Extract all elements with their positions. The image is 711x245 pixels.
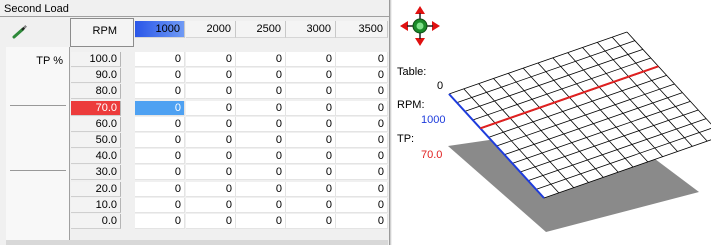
row-header-50.0[interactable]: 50.0 xyxy=(71,133,121,148)
table-cell[interactable]: 0 xyxy=(236,165,286,180)
column-header-2000[interactable]: 2000 xyxy=(186,21,236,38)
table-cell[interactable]: 0 xyxy=(186,101,236,116)
table-cell[interactable]: 0 xyxy=(186,84,236,99)
table-cell[interactable]: 0 xyxy=(336,84,388,99)
tp-marker-line xyxy=(10,105,66,106)
tp-axis-header: TP % xyxy=(6,47,70,241)
tp-marker-line xyxy=(10,170,66,171)
table-cell[interactable]: 0 xyxy=(135,198,185,213)
row-header-10.0[interactable]: 10.0 xyxy=(71,198,121,213)
table-cell[interactable]: 0 xyxy=(186,68,236,83)
table-cell[interactable]: 0 xyxy=(236,198,286,213)
table-cell[interactable]: 0 xyxy=(135,68,185,83)
row-header-60.0[interactable]: 60.0 xyxy=(71,117,121,132)
wand-icon[interactable] xyxy=(12,25,28,39)
table-cell[interactable]: 0 xyxy=(336,68,388,83)
row-header-30.0[interactable]: 30.0 xyxy=(71,165,121,180)
table-cell[interactable]: 0 xyxy=(286,165,336,180)
table-cell[interactable]: 0 xyxy=(135,52,185,67)
horizontal-scrollbar[interactable] xyxy=(6,240,388,245)
table-cell[interactable]: 0 xyxy=(336,117,388,132)
table-cell[interactable]: 0 xyxy=(336,214,388,229)
row-header-40.0[interactable]: 40.0 xyxy=(71,149,121,164)
table-cell[interactable]: 0 xyxy=(236,182,286,197)
table-cell[interactable]: 0 xyxy=(286,101,336,116)
table-cell[interactable]: 0 xyxy=(135,214,185,229)
table-cell[interactable]: 0 xyxy=(186,133,236,148)
table-cell[interactable]: 0 xyxy=(236,52,286,67)
row-header-80.0[interactable]: 80.0 xyxy=(71,84,121,99)
table-cell[interactable]: 0 xyxy=(336,149,388,164)
table-cell[interactable]: 0 xyxy=(236,149,286,164)
table-cell[interactable]: 0 xyxy=(236,117,286,132)
table-cell[interactable]: 0 xyxy=(336,165,388,180)
row-header-70.0[interactable]: 70.0 xyxy=(71,101,121,116)
table-cell[interactable]: 0 xyxy=(186,149,236,164)
table-cell[interactable]: 0 xyxy=(135,101,185,116)
table-cell[interactable]: 0 xyxy=(186,117,236,132)
table-cell[interactable]: 0 xyxy=(336,52,388,67)
table-cell[interactable]: 0 xyxy=(236,214,286,229)
table-cell[interactable]: 0 xyxy=(135,84,185,99)
table-cell[interactable]: 0 xyxy=(286,133,336,148)
column-header-3000[interactable]: 3000 xyxy=(286,21,336,38)
table-cell[interactable]: 0 xyxy=(286,149,336,164)
column-header-1000[interactable]: 1000 xyxy=(135,21,185,38)
table-cell[interactable]: 0 xyxy=(186,198,236,213)
row-header-0.0[interactable]: 0.0 xyxy=(71,214,121,229)
column-header-3500[interactable]: 3500 xyxy=(336,21,388,38)
table-cell[interactable]: 0 xyxy=(336,182,388,197)
tool-cell xyxy=(6,18,70,47)
table-cell[interactable]: 0 xyxy=(286,52,336,67)
table-cell[interactable]: 0 xyxy=(336,101,388,116)
table-cell[interactable]: 0 xyxy=(186,182,236,197)
table-cell[interactable]: 0 xyxy=(286,117,336,132)
table-cell[interactable]: 0 xyxy=(135,165,185,180)
title-divider xyxy=(0,16,390,17)
table-cell[interactable]: 0 xyxy=(336,133,388,148)
table-cell[interactable]: 0 xyxy=(135,149,185,164)
table-cell[interactable]: 0 xyxy=(286,214,336,229)
row-header-20.0[interactable]: 20.0 xyxy=(71,182,121,197)
row-header-100.0[interactable]: 100.0 xyxy=(71,52,121,67)
surface-plot-panel[interactable]: Table: 0 RPM: 1000 TP: 70.0 xyxy=(392,0,711,245)
tp-axis-label: TP % xyxy=(36,55,63,67)
table-cell[interactable]: 0 xyxy=(236,84,286,99)
column-header-2500[interactable]: 2500 xyxy=(236,21,286,38)
table-cell[interactable]: 0 xyxy=(286,198,336,213)
table-cell[interactable]: 0 xyxy=(186,52,236,67)
table-cell[interactable]: 0 xyxy=(236,101,286,116)
rpm-axis-header: RPM xyxy=(70,18,134,47)
table-cell[interactable]: 0 xyxy=(236,68,286,83)
row-header-90.0[interactable]: 90.0 xyxy=(71,68,121,83)
table-cell[interactable]: 0 xyxy=(286,182,336,197)
panel-title: Second Load xyxy=(4,3,69,15)
panel-splitter[interactable] xyxy=(389,0,391,245)
table-cell[interactable]: 0 xyxy=(186,214,236,229)
table-cell[interactable]: 0 xyxy=(186,165,236,180)
table-cell[interactable]: 0 xyxy=(135,182,185,197)
table-cell[interactable]: 0 xyxy=(286,84,336,99)
table-cell[interactable]: 0 xyxy=(286,68,336,83)
table-cell[interactable]: 0 xyxy=(135,133,185,148)
surface-mesh xyxy=(448,31,711,232)
table-cell[interactable]: 0 xyxy=(236,133,286,148)
table-cell[interactable]: 0 xyxy=(336,198,388,213)
table-cell[interactable]: 0 xyxy=(135,117,185,132)
